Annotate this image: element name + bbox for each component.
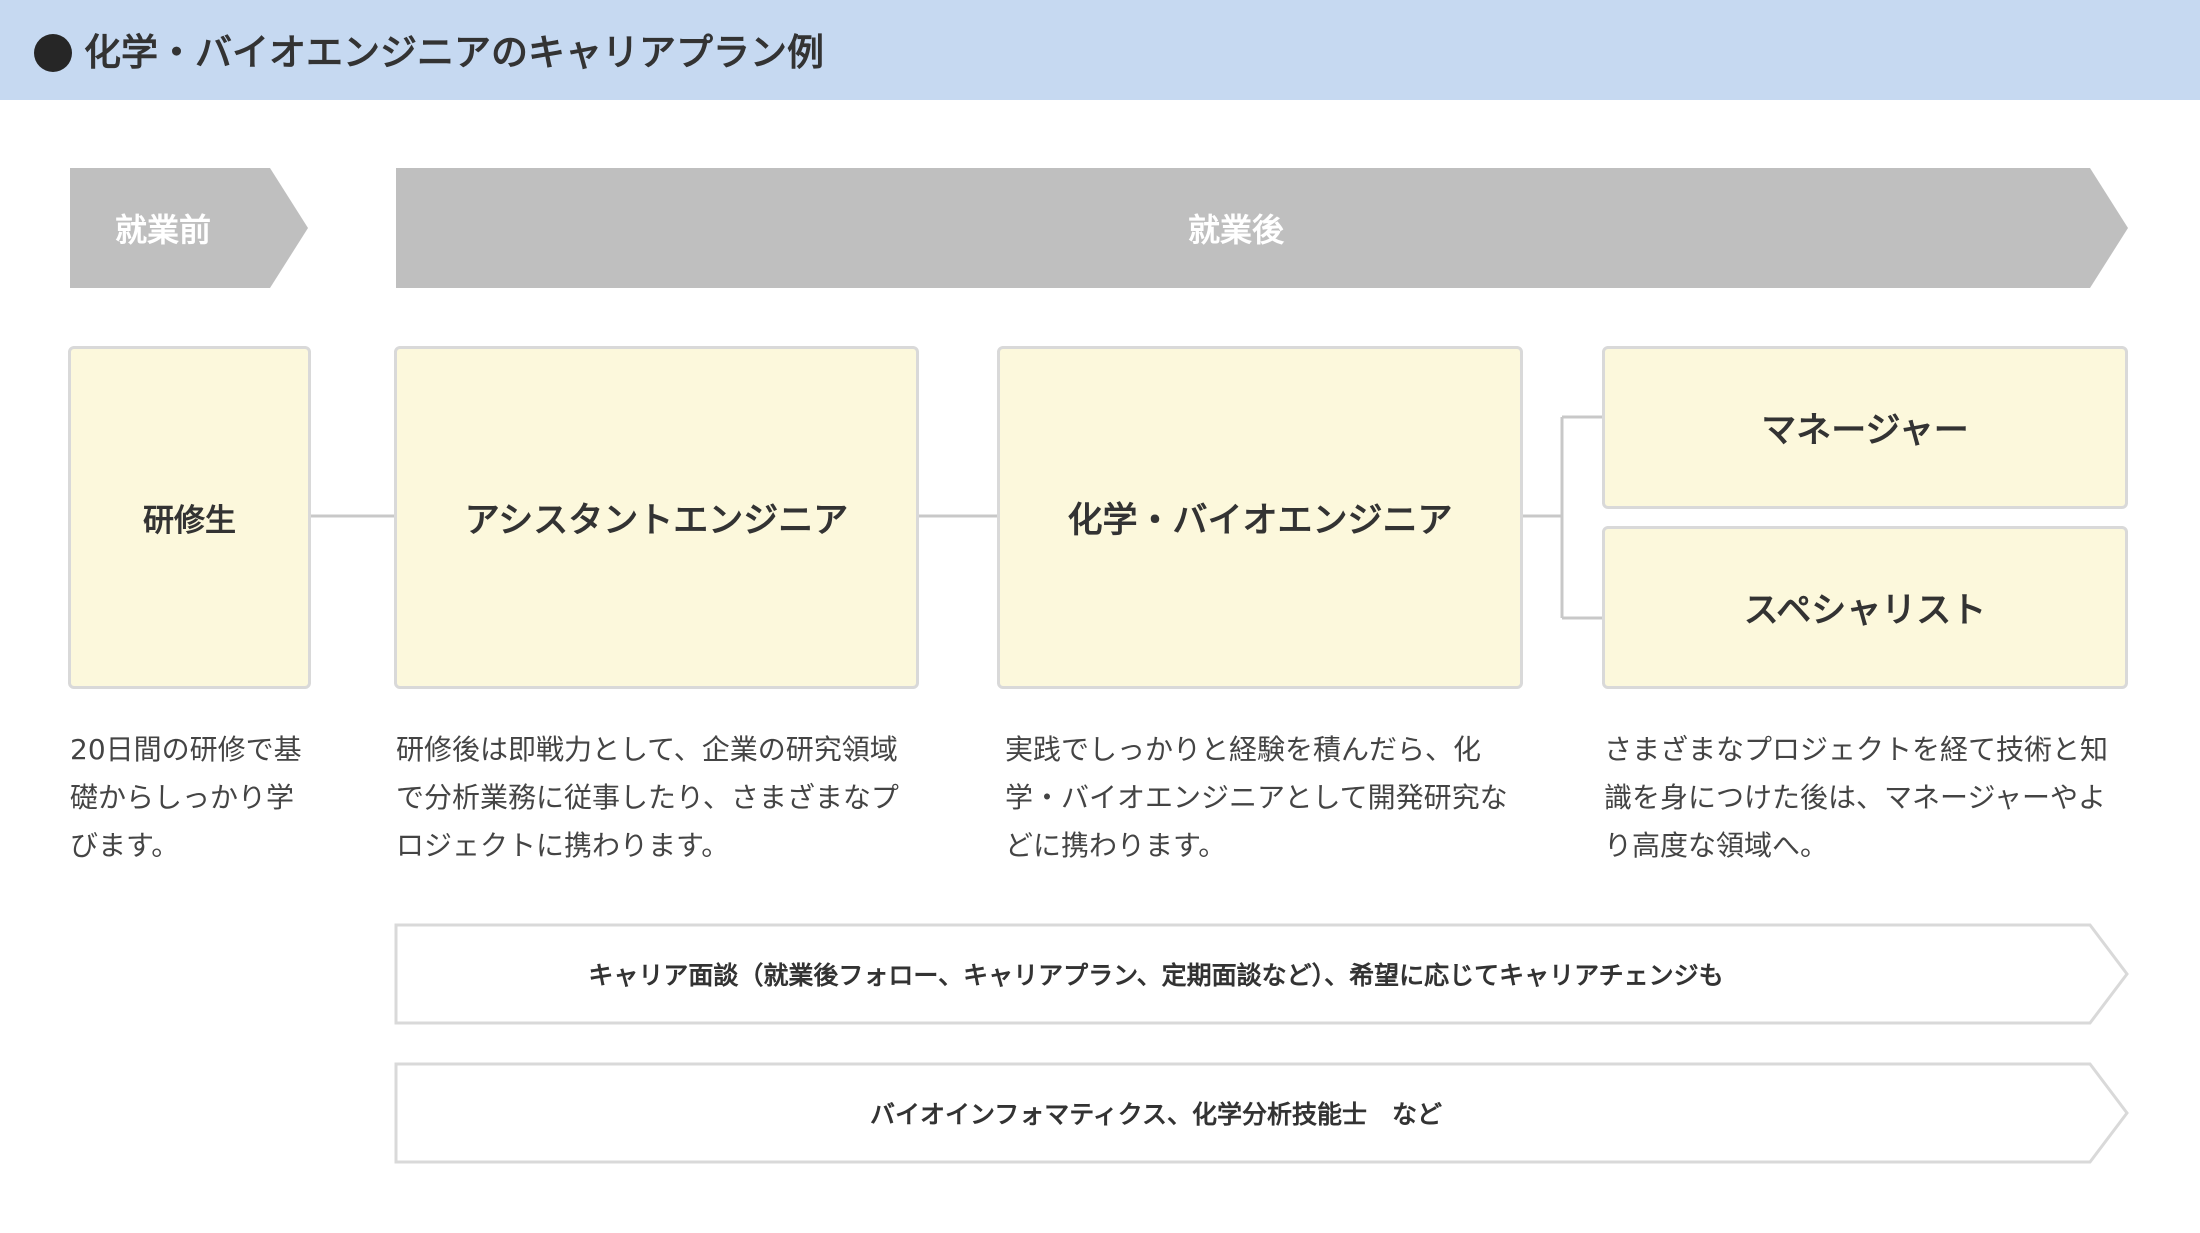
specialist-box: スペシャリスト xyxy=(1602,526,2128,689)
career-description: さまざまなプロジェクトを経て技術と知 識を身につけた後は、マネージャーやよ り高… xyxy=(1604,726,2164,870)
assistant-engineer-label: アシスタントエンジニア xyxy=(464,501,849,541)
manager-box: マネージャー xyxy=(1602,346,2128,509)
description-line: 礎からしっかり学 xyxy=(70,781,295,814)
phase-after-label: 就業後 xyxy=(1187,211,1284,249)
description-line: どに携わります。 xyxy=(1005,829,1227,862)
description-line: 研修後は即戦力として、企業の研究領域 xyxy=(396,733,898,766)
manager-label: マネージャー xyxy=(1761,411,1969,451)
description-line: 学・バイオエンジニアとして開発研究な xyxy=(1005,781,1508,814)
trainee-description: 20日間の研修で基 礎からしっかり学 びます。 xyxy=(70,726,320,870)
trainee-box: 研修生 xyxy=(68,346,311,689)
chem-bio-engineer-label: 化学・バイオエンジニア xyxy=(1067,501,1453,541)
specialist-label: スペシャリスト xyxy=(1743,591,1987,631)
interview-label: キャリア面談（就業後フォロー、キャリアプラン、定期面談など）、希望に応じてキャリ… xyxy=(588,961,1724,990)
trainee-label: 研修生 xyxy=(143,503,236,539)
assistant-engineer-box: アシスタントエンジニア xyxy=(394,346,919,689)
description-line: さまざまなプロジェクトを経て技術と知 xyxy=(1604,733,2109,766)
engineer-description: 実践でしっかりと経験を積んだら、化 学・バイオエンジニアとして開発研究な どに携… xyxy=(1005,726,1545,870)
description-line: 20日間の研修で基 xyxy=(70,733,302,766)
description-line: で分析業務に従事したり、さまざまなプ xyxy=(396,781,899,814)
phase-before-label: 就業前 xyxy=(114,211,211,249)
skills-label: バイオインフォマティクス、化学分析技能士 など xyxy=(869,1100,1442,1129)
description-line: 識を身につけた後は、マネージャーやよ xyxy=(1604,781,2107,814)
description-line: 実践でしっかりと経験を積んだら、化 xyxy=(1005,733,1482,766)
description-line: り高度な領域へ。 xyxy=(1604,829,1829,862)
description-line: ロジェクトに携わります。 xyxy=(396,829,730,862)
assistant-description: 研修後は即戦力として、企業の研究領域 で分析業務に従事したり、さまざまなプ ロジ… xyxy=(396,726,936,870)
description-line: びます。 xyxy=(70,829,180,862)
chem-bio-engineer-box: 化学・バイオエンジニア xyxy=(997,346,1523,689)
